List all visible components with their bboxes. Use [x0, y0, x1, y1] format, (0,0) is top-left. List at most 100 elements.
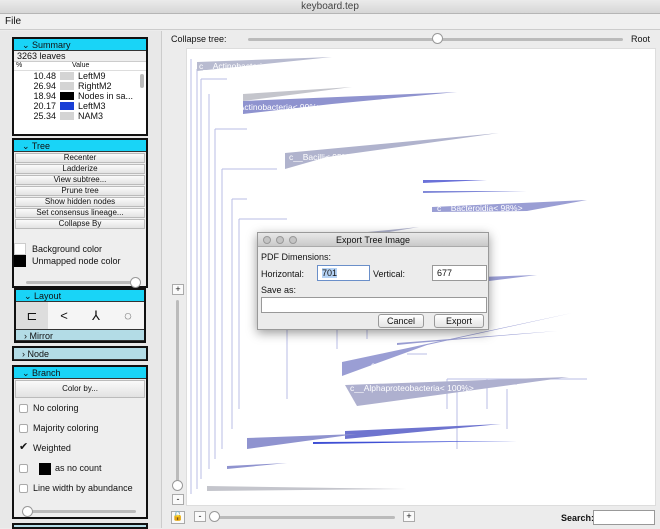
summary-row[interactable]: 26.94 RightM2 [14, 81, 146, 91]
weighted-label: Weighted [33, 443, 71, 453]
no-count-checkbox[interactable] [19, 464, 28, 474]
tree-header[interactable]: ⌄ Tree [14, 140, 146, 152]
pdf-dimensions-label: PDF Dimensions: [261, 252, 332, 262]
col-value[interactable]: Value [72, 62, 89, 70]
summary-row[interactable]: 20.17 LeftM3 [14, 101, 146, 111]
maximize-icon[interactable] [289, 236, 297, 244]
search-input[interactable] [593, 510, 655, 525]
summary-row[interactable]: 10.48 LeftM9 [14, 71, 146, 81]
layout-panel: ⌄ Layout ⊏ < ⅄ ◌ › Mirror [14, 288, 146, 343]
clade-triangle [397, 331, 557, 345]
collapse-slider-knob[interactable] [432, 33, 443, 44]
close-icon[interactable] [263, 236, 271, 244]
zoom-out-vertical-button[interactable]: - [172, 494, 184, 505]
sidebar: ⌄ Summary 3263 leaves % Value 10.48 LeftM9… [0, 31, 162, 529]
clade-line [423, 180, 487, 183]
vertical-zoom-knob[interactable] [172, 480, 183, 491]
tree-button-set-consensus-lineage[interactable]: Set consensus lineage... [15, 208, 145, 218]
row-color-swatch [60, 92, 74, 100]
branch-slider[interactable] [26, 510, 136, 513]
radial-layout-icon[interactable]: ⅄ [80, 302, 112, 329]
clade-label[interactable]: c__Actinobacteria< 99%> [225, 102, 322, 112]
horizontal-input[interactable]: 701 [317, 265, 370, 281]
vertical-input[interactable]: 677 [432, 265, 487, 281]
clade-line [313, 441, 517, 444]
mirror-header[interactable]: › Mirror [16, 329, 144, 341]
rectangular-layout-icon[interactable]: ⊏ [16, 302, 48, 329]
save-as-input[interactable] [261, 297, 487, 313]
clade-triangle [285, 133, 499, 169]
slanted-layout-icon[interactable]: < [48, 302, 80, 329]
lock-icon[interactable]: 🔓 [171, 511, 185, 524]
color-by-button[interactable]: Color by... [15, 380, 145, 398]
tree-button-prune-tree[interactable]: Prune tree [15, 186, 145, 196]
tree-button-view-subtree[interactable]: View subtree... [15, 175, 145, 185]
no-count-option[interactable]: as no count [14, 458, 146, 478]
background-color-swatch[interactable] [14, 243, 26, 255]
majority-checkbox[interactable] [19, 424, 28, 434]
tree-button-recenter[interactable]: Recenter [15, 153, 145, 163]
row-value: LeftM9 [78, 71, 106, 81]
tree-slider[interactable] [26, 281, 136, 284]
branch-slider-knob[interactable] [22, 506, 33, 517]
horizontal-label: Horizontal: [261, 269, 305, 279]
clade-label[interactable]: c__Alphaproteobacteria< 100%> [350, 383, 474, 393]
majority-option[interactable]: Majority coloring [14, 418, 146, 438]
summary-table: % Value 10.48 LeftM9 26.94 RightM2 18.94 Nodes… [14, 62, 146, 134]
branch-title: Branch [32, 368, 61, 378]
zoom-in-horizontal-button[interactable]: + [403, 511, 415, 522]
menu-bar: File [0, 14, 660, 30]
tree-button-collapse-by[interactable]: Collapse By [15, 219, 145, 229]
no-coloring-checkbox[interactable] [19, 404, 28, 414]
clade-triangle [345, 424, 501, 439]
tree-slider-knob[interactable] [130, 277, 141, 288]
tree-button-ladderize[interactable]: Ladderize [15, 164, 145, 174]
clade-label[interactable]: c__Bacilli< 95%> [289, 152, 354, 162]
row-pct: 18.94 [33, 91, 56, 101]
row-pct: 25.34 [33, 111, 56, 121]
no-coloring-option[interactable]: No coloring [14, 398, 146, 418]
zoom-out-horizontal-button[interactable]: - [194, 511, 206, 522]
horizontal-zoom-knob[interactable] [209, 511, 220, 522]
horizontal-value: 701 [322, 268, 338, 278]
no-count-label: as no count [55, 463, 102, 473]
majority-label: Majority coloring [33, 423, 99, 433]
clade-label[interactable]: c__Betaproteobacteria< 99%> [371, 360, 486, 370]
no-count-swatch[interactable] [39, 462, 51, 475]
clade-triangle [227, 463, 287, 469]
save-as-label: Save as: [261, 285, 297, 295]
search-label: Search: [561, 513, 595, 523]
col-pct[interactable]: % [14, 62, 72, 70]
horizontal-zoom-slider[interactable] [210, 516, 395, 519]
summary-row[interactable]: 25.34 NAM3 [14, 111, 146, 121]
layout-toolbar: ⊏ < ⅄ ◌ [16, 302, 144, 329]
summary-header[interactable]: ⌄ Summary [14, 39, 146, 51]
clade-label[interactable]: c__Bacteroidia< 98%> [437, 203, 523, 213]
node-header[interactable]: › Node [14, 348, 146, 360]
line-width-checkbox[interactable] [19, 484, 28, 494]
root-label: Root [631, 34, 651, 44]
tree-button-show-hidden-nodes[interactable]: Show hidden nodes [15, 197, 145, 207]
cancel-button[interactable]: Cancel [378, 314, 424, 328]
row-value: RightM2 [78, 81, 112, 91]
zoom-in-vertical-button[interactable]: + [172, 284, 184, 295]
summary-row[interactable]: 18.94 Nodes in sa... [14, 91, 146, 101]
weighted-checkbox[interactable]: ✔ [19, 442, 28, 453]
line-width-option[interactable]: Line width by abundance [14, 478, 146, 498]
row-color-swatch [60, 72, 74, 80]
export-button[interactable]: Export [434, 314, 484, 328]
weighted-option[interactable]: ✔ Weighted [14, 438, 146, 458]
clade-label[interactable]: c__Actinobacteria< 99%> [199, 61, 296, 71]
collapse-tree-label: Collapse tree: [171, 34, 227, 44]
node-panel: › Node [12, 346, 148, 361]
unmapped-color-swatch[interactable] [14, 255, 26, 267]
vertical-zoom-slider[interactable] [176, 300, 179, 485]
summary-scrollbar[interactable] [140, 74, 144, 88]
summary-title: Summary [32, 40, 71, 50]
menu-file[interactable]: File [5, 16, 21, 27]
layout-header[interactable]: ⌄ Layout [16, 290, 144, 302]
minimize-icon[interactable] [276, 236, 284, 244]
table-header: % Value [14, 62, 146, 71]
branch-header[interactable]: ⌄ Branch [14, 367, 146, 379]
circular-layout-icon[interactable]: ◌ [112, 302, 144, 329]
